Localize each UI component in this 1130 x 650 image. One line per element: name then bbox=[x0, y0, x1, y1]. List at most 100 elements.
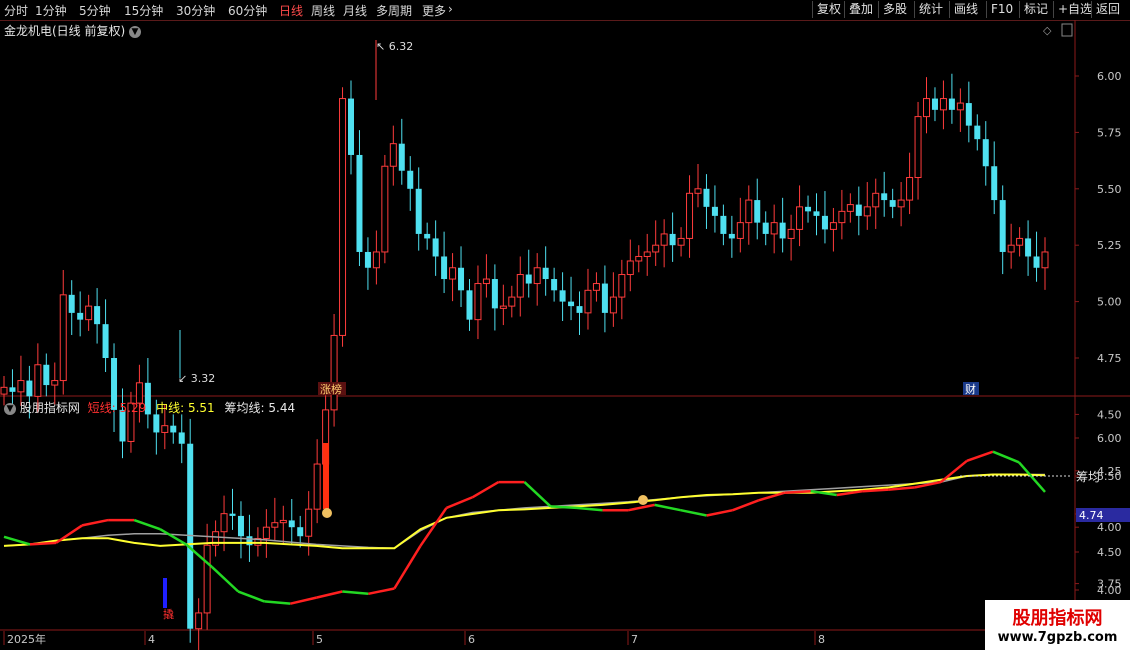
chip-value: 5.44 bbox=[268, 401, 296, 415]
short-line-segment bbox=[289, 596, 317, 605]
watermark-title: 股朋指标网 bbox=[1012, 608, 1103, 629]
candle-body bbox=[94, 306, 101, 325]
candle-body bbox=[220, 513, 228, 533]
time-tick-label: 7 bbox=[631, 633, 638, 646]
candle-body bbox=[279, 519, 287, 524]
candle-body bbox=[711, 206, 718, 216]
candle-body bbox=[407, 170, 414, 189]
candle-body bbox=[956, 102, 964, 111]
candle-body bbox=[948, 98, 955, 110]
short-line-segment bbox=[471, 481, 500, 499]
candle-body bbox=[635, 255, 643, 262]
price-tick-label: 5.50 bbox=[1097, 183, 1122, 196]
short-label: 短线: bbox=[87, 401, 116, 415]
indicator-series: 撬筹均 bbox=[3, 443, 1100, 621]
watermark: 股朋指标网 www.7gpzb.com bbox=[985, 600, 1130, 650]
candle-body bbox=[584, 289, 592, 314]
candle-body bbox=[542, 267, 549, 280]
time-tick-label: 5 bbox=[316, 633, 323, 646]
candle-body bbox=[703, 188, 710, 207]
candle-body bbox=[694, 188, 702, 194]
candle-body bbox=[262, 526, 270, 539]
candle-body bbox=[1016, 237, 1024, 246]
short-line-segment bbox=[576, 506, 603, 512]
candle-body bbox=[153, 414, 160, 433]
candle-body bbox=[458, 267, 465, 291]
candle-body bbox=[991, 166, 998, 201]
candle-body bbox=[923, 98, 931, 118]
mid-value: 5.51 bbox=[187, 401, 215, 415]
price-tick-label: 5.75 bbox=[1097, 126, 1122, 139]
candle-body bbox=[432, 238, 439, 257]
candle-body bbox=[441, 256, 448, 280]
candle-body bbox=[372, 251, 380, 269]
candle-body bbox=[1007, 244, 1015, 253]
candle-body bbox=[424, 233, 431, 239]
candle-body bbox=[720, 215, 727, 234]
candle-body bbox=[525, 274, 532, 284]
short-line-segment bbox=[680, 508, 707, 517]
candle-body bbox=[398, 143, 405, 171]
candle-body bbox=[364, 251, 371, 268]
candle-body bbox=[77, 312, 84, 320]
candle-body bbox=[474, 283, 482, 321]
candle-body bbox=[821, 215, 828, 230]
candle-body bbox=[59, 294, 67, 382]
time-tick-label: 4 bbox=[148, 633, 155, 646]
short-line-segment bbox=[523, 481, 552, 508]
short-line-segment bbox=[3, 535, 31, 546]
candle-body bbox=[728, 233, 735, 239]
candle-body bbox=[745, 199, 753, 224]
candle-body bbox=[482, 278, 490, 285]
candlestick-series bbox=[0, 73, 1049, 650]
candle-body bbox=[855, 204, 862, 216]
candle-body bbox=[787, 228, 795, 239]
candle-body bbox=[813, 211, 820, 216]
candle-body bbox=[389, 143, 397, 167]
short-line-segment bbox=[342, 590, 369, 596]
short-line-segment bbox=[654, 503, 681, 512]
candle-body bbox=[965, 103, 972, 126]
low-label: ↙ 3.32 bbox=[178, 372, 215, 385]
candle-body bbox=[34, 364, 42, 397]
indicator-tick-label: 6.00 bbox=[1097, 432, 1122, 445]
candle-body bbox=[1033, 256, 1040, 268]
candle-body bbox=[305, 508, 313, 537]
price-tick-label: 4.50 bbox=[1097, 408, 1122, 421]
candle-body bbox=[203, 544, 211, 614]
candle-body bbox=[0, 386, 8, 395]
short-line-segment bbox=[732, 499, 760, 512]
short-line-segment bbox=[393, 545, 422, 590]
candle-body bbox=[914, 116, 922, 179]
candle-body bbox=[974, 125, 981, 140]
zhangbang-label: 涨榜 bbox=[320, 382, 342, 396]
candle-body bbox=[829, 222, 837, 230]
price-tick-label: 6.00 bbox=[1097, 70, 1122, 83]
price-axis: 6.005.755.505.255.004.754.504.254.003.75… bbox=[1075, 70, 1122, 647]
bottom-signal-label: 撬 bbox=[163, 607, 174, 621]
candle-body bbox=[652, 244, 660, 253]
high-label: ↖ 6.32 bbox=[376, 40, 413, 53]
candle-body bbox=[330, 334, 338, 411]
cai-label: 财 bbox=[965, 382, 976, 396]
mid-label: 中线: bbox=[156, 401, 185, 415]
candle-body bbox=[533, 267, 541, 285]
price-tick-label: 4.75 bbox=[1097, 352, 1122, 365]
candle-body bbox=[677, 237, 685, 246]
short-line-segment bbox=[159, 528, 187, 546]
short-line-segment bbox=[445, 496, 473, 510]
short-line-segment bbox=[237, 590, 265, 603]
indicator-legend: ▼ 股朋指标网 短线: 5.29 中线: 5.51 筹均线: 5.44 bbox=[4, 399, 295, 416]
candle-body bbox=[939, 98, 947, 111]
candle-body bbox=[339, 98, 347, 336]
candle-body bbox=[1041, 251, 1049, 269]
short-line-segment bbox=[706, 508, 733, 517]
candle-body bbox=[499, 305, 507, 309]
candle-body bbox=[796, 206, 804, 230]
coin-icon bbox=[322, 508, 332, 518]
chevron-down-icon[interactable]: ▼ bbox=[4, 402, 16, 415]
short-line-segment bbox=[368, 587, 395, 596]
candle-body bbox=[762, 222, 769, 234]
candle-body bbox=[85, 305, 93, 321]
candle-body bbox=[576, 306, 583, 313]
